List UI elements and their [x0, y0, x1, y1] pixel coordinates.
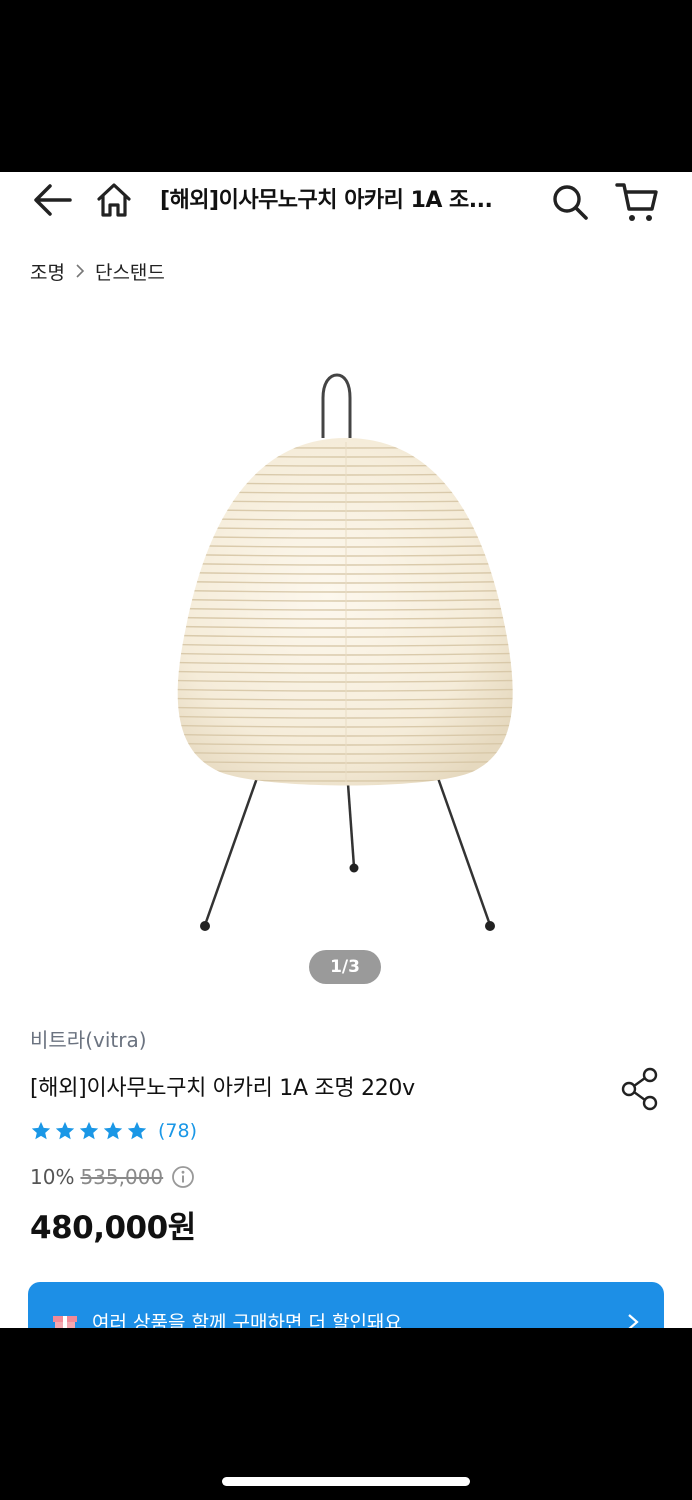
back-arrow-icon[interactable] [30, 180, 74, 220]
breadcrumb: 조명 단스탠드 [30, 256, 165, 286]
star-icon [127, 1121, 147, 1140]
top-app-bar: [해외]이사무노구치 아카리 1A 조... [0, 172, 692, 228]
page-title: [해외]이사무노구치 아카리 1A 조... [160, 188, 493, 213]
search-icon[interactable] [550, 182, 590, 222]
app-screen: [해외]이사무노구치 아카리 1A 조... 조명 단스탠드 1/3 비트라(v… [0, 172, 692, 1328]
sale-price: 480,000원 [30, 1210, 196, 1246]
star-icon [31, 1121, 51, 1140]
bundle-promo-banner[interactable]: 여러 상품을 함께 구매하면 더 할인돼요 [28, 1282, 664, 1328]
product-image-lamp[interactable] [0, 362, 692, 962]
gift-box-icon [53, 1316, 77, 1328]
star-icon [103, 1121, 123, 1140]
price-discount-row: 10% 535,000 [30, 1162, 195, 1192]
cart-icon[interactable] [614, 180, 660, 224]
share-icon[interactable] [620, 1066, 664, 1112]
rating-summary[interactable]: (78) [30, 1116, 197, 1146]
breadcrumb-item-subcategory[interactable]: 단스탠드 [95, 258, 165, 285]
chevron-right-icon [76, 264, 85, 278]
product-name: [해외]이사무노구치 아카리 1A 조명 220v [30, 1076, 415, 1101]
original-price: 535,000 [80, 1165, 164, 1189]
home-icon[interactable] [94, 180, 134, 220]
star-icon [55, 1121, 75, 1140]
info-icon[interactable] [171, 1165, 195, 1189]
image-pager: 1/3 [309, 950, 381, 984]
breadcrumb-item-category[interactable]: 조명 [30, 258, 65, 285]
chevron-right-icon [628, 1314, 639, 1328]
home-indicator[interactable] [222, 1477, 470, 1486]
review-count[interactable]: (78) [158, 1120, 197, 1142]
rating-stars [30, 1120, 148, 1142]
discount-rate: 10% [30, 1165, 75, 1189]
star-icon [79, 1121, 99, 1140]
promo-text: 여러 상품을 함께 구매하면 더 할인돼요 [92, 1312, 402, 1328]
brand-link[interactable]: 비트라(vitra) [30, 1024, 147, 1053]
